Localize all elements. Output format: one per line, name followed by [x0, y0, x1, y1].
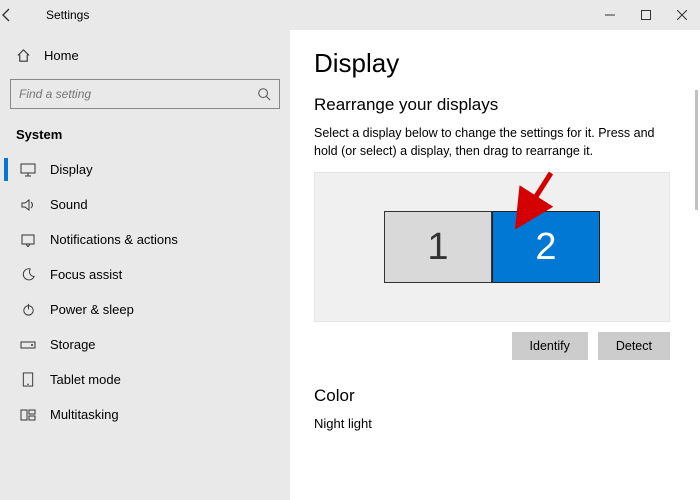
detect-button[interactable]: Detect	[598, 332, 670, 360]
sound-icon	[20, 198, 36, 212]
section-label: System	[4, 123, 286, 152]
notifications-icon	[20, 233, 36, 247]
sidebar-item-storage[interactable]: Storage	[4, 327, 286, 362]
close-button[interactable]	[664, 0, 700, 30]
power-icon	[20, 302, 36, 317]
sidebar-item-label: Power & sleep	[50, 302, 134, 317]
sidebar-item-label: Tablet mode	[50, 372, 121, 387]
minimize-button[interactable]	[592, 0, 628, 30]
home-nav[interactable]: Home	[4, 42, 286, 69]
search-input[interactable]	[19, 87, 257, 101]
main-content: Display Rearrange your displays Select a…	[290, 30, 700, 500]
home-label: Home	[44, 48, 79, 63]
search-icon	[257, 87, 271, 101]
window-title: Settings	[40, 8, 89, 22]
sidebar-item-label: Multitasking	[50, 407, 119, 422]
scrollbar[interactable]	[695, 90, 698, 210]
page-title: Display	[314, 48, 670, 79]
sidebar-item-label: Notifications & actions	[50, 232, 178, 247]
sidebar-item-label: Display	[50, 162, 93, 177]
annotation-arrow	[509, 169, 559, 229]
moon-icon	[20, 267, 36, 282]
display-arrangement-area[interactable]: 1 2	[314, 172, 670, 322]
storage-icon	[20, 339, 36, 351]
display-buttons: Identify Detect	[314, 332, 670, 360]
sidebar-item-label: Focus assist	[50, 267, 122, 282]
title-bar: Settings	[0, 0, 700, 30]
back-button[interactable]	[0, 8, 40, 22]
sidebar-item-focus[interactable]: Focus assist	[4, 257, 286, 292]
home-icon	[16, 48, 32, 63]
rearrange-title: Rearrange your displays	[314, 95, 670, 115]
tablet-icon	[20, 372, 36, 387]
color-section-title: Color	[314, 386, 670, 406]
sidebar: Home System Display Sound Notifications …	[0, 30, 290, 500]
sidebar-item-label: Sound	[50, 197, 88, 212]
monitor-icon	[20, 163, 36, 177]
identify-button[interactable]: Identify	[512, 332, 588, 360]
maximize-button[interactable]	[628, 0, 664, 30]
sidebar-item-multitasking[interactable]: Multitasking	[4, 397, 286, 432]
sidebar-item-tablet[interactable]: Tablet mode	[4, 362, 286, 397]
night-light-label: Night light	[314, 416, 670, 431]
sidebar-item-sound[interactable]: Sound	[4, 187, 286, 222]
search-box[interactable]	[10, 79, 280, 109]
multitasking-icon	[20, 409, 36, 421]
sidebar-item-power[interactable]: Power & sleep	[4, 292, 286, 327]
rearrange-description: Select a display below to change the set…	[314, 125, 670, 160]
sidebar-item-display[interactable]: Display	[4, 152, 286, 187]
monitor-1[interactable]: 1	[384, 211, 492, 283]
sidebar-item-label: Storage	[50, 337, 96, 352]
sidebar-item-notifications[interactable]: Notifications & actions	[4, 222, 286, 257]
